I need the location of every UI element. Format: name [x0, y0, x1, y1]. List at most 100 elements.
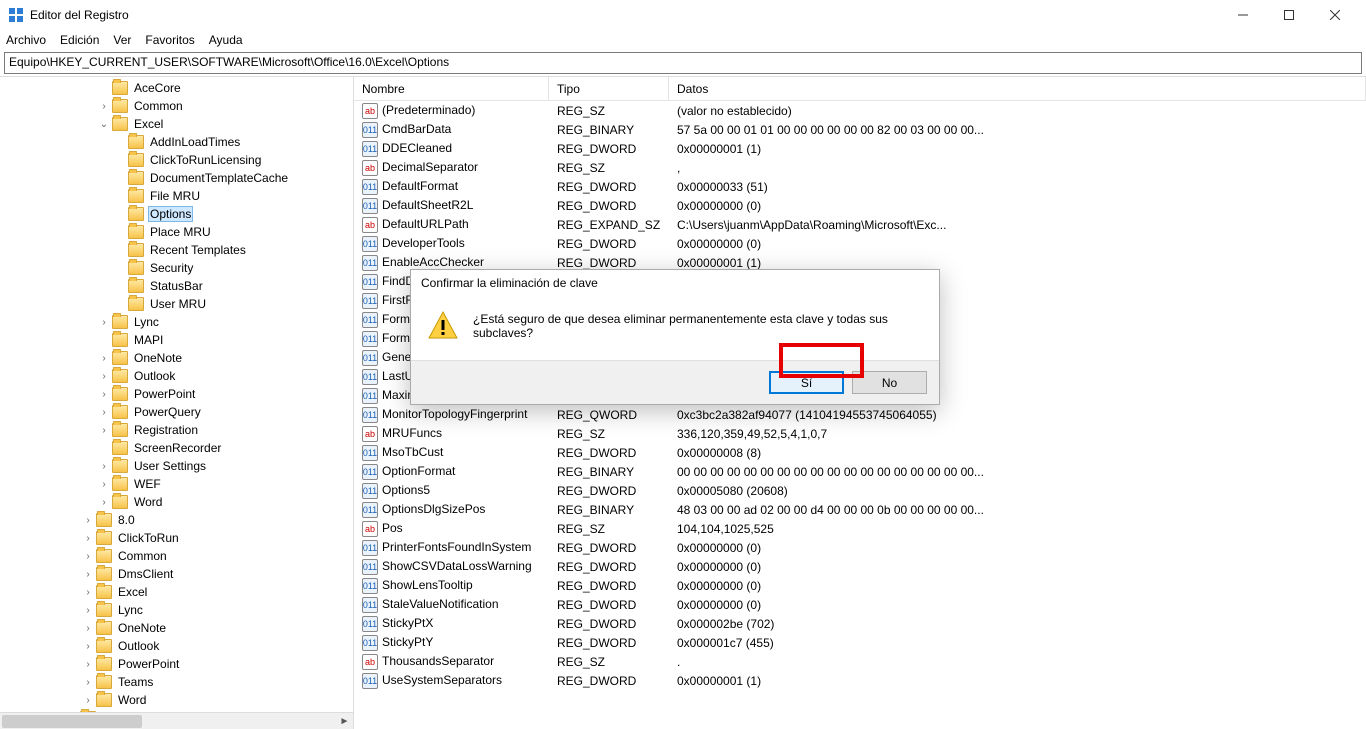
tree-node[interactable]: ›PowerQuery [0, 403, 353, 421]
list-row[interactable]: abDefaultURLPathREG_EXPAND_SZC:\Users\ju… [354, 215, 1366, 234]
chevron-right-icon[interactable]: › [80, 587, 96, 598]
col-data[interactable]: Datos [669, 77, 1366, 100]
tree-node[interactable]: User MRU [0, 295, 353, 313]
tree-node[interactable]: ›8.0 [0, 511, 353, 529]
tree-node[interactable]: ›Word [0, 691, 353, 709]
list-row[interactable]: 011DefaultFormatREG_DWORD0x00000033 (51) [354, 177, 1366, 196]
list-row[interactable]: 011StickyPtXREG_DWORD0x000002be (702) [354, 614, 1366, 633]
list-row[interactable]: 011DeveloperToolsREG_DWORD0x00000000 (0) [354, 234, 1366, 253]
chevron-right-icon[interactable]: › [80, 551, 96, 562]
chevron-right-icon[interactable]: › [96, 425, 112, 436]
folder-icon [112, 477, 128, 491]
menu-file[interactable]: Archivo [6, 33, 46, 47]
tree-node[interactable]: ›OneNote [0, 619, 353, 637]
tree-node[interactable]: ⌄Excel [0, 115, 353, 133]
tree-node[interactable]: ›DmsClient [0, 565, 353, 583]
list-row[interactable]: 011OptionFormatREG_BINARY00 00 00 00 00 … [354, 462, 1366, 481]
chevron-right-icon[interactable]: › [80, 515, 96, 526]
menu-view[interactable]: Ver [113, 33, 131, 47]
chevron-right-icon[interactable]: › [80, 605, 96, 616]
tree-node[interactable]: DocumentTemplateCache [0, 169, 353, 187]
tree-node[interactable]: Security [0, 259, 353, 277]
chevron-right-icon[interactable]: › [80, 533, 96, 544]
col-type[interactable]: Tipo [549, 77, 669, 100]
tree-node[interactable]: ›Registration [0, 421, 353, 439]
tree-node[interactable]: ›Common [0, 547, 353, 565]
chevron-right-icon[interactable]: › [96, 407, 112, 418]
list-row[interactable]: 011ShowLensTooltipREG_DWORD0x00000000 (0… [354, 576, 1366, 595]
chevron-right-icon[interactable]: › [80, 623, 96, 634]
list-row[interactable]: 011MonitorTopologyFingerprintREG_QWORD0x… [354, 405, 1366, 424]
tree-panel[interactable]: AceCore›Common⌄ExcelAddInLoadTimesClickT… [0, 77, 354, 729]
chevron-right-icon[interactable]: › [80, 695, 96, 706]
tree-node[interactable]: AceCore [0, 79, 353, 97]
chevron-right-icon[interactable]: › [80, 641, 96, 652]
chevron-right-icon[interactable]: › [96, 479, 112, 490]
tree-scrollbar[interactable]: ◄ ► [0, 712, 353, 729]
minimize-button[interactable] [1220, 0, 1266, 30]
chevron-right-icon[interactable]: › [96, 389, 112, 400]
chevron-right-icon[interactable]: › [96, 497, 112, 508]
col-name[interactable]: Nombre [354, 77, 549, 100]
tree-node[interactable]: ›PowerPoint [0, 385, 353, 403]
chevron-down-icon[interactable]: ⌄ [96, 119, 112, 130]
list-row[interactable]: 011ShowCSVDataLossWarningREG_DWORD0x0000… [354, 557, 1366, 576]
chevron-right-icon[interactable]: › [80, 569, 96, 580]
chevron-right-icon[interactable]: › [96, 353, 112, 364]
tree-node[interactable]: ›Teams [0, 673, 353, 691]
tree-node[interactable]: Options [0, 205, 353, 223]
scroll-right-icon[interactable]: ► [336, 713, 353, 729]
list-row[interactable]: abMRUFuncsREG_SZ336,120,359,49,52,5,4,1,… [354, 424, 1366, 443]
menu-edit[interactable]: Edición [60, 33, 99, 47]
chevron-right-icon[interactable]: › [80, 659, 96, 670]
tree-node[interactable]: Recent Templates [0, 241, 353, 259]
maximize-button[interactable] [1266, 0, 1312, 30]
menu-help[interactable]: Ayuda [209, 33, 243, 47]
list-row[interactable]: 011CmdBarDataREG_BINARY57 5a 00 00 01 01… [354, 120, 1366, 139]
tree-node[interactable]: AddInLoadTimes [0, 133, 353, 151]
tree-node[interactable]: ›Lync [0, 601, 353, 619]
tree-node[interactable]: ›WEF [0, 475, 353, 493]
list-row[interactable]: abThousandsSeparatorREG_SZ. [354, 652, 1366, 671]
list-row[interactable]: 011DDECleanedREG_DWORD0x00000001 (1) [354, 139, 1366, 158]
tree-node[interactable]: ›User Settings [0, 457, 353, 475]
tree-node[interactable]: ›PowerPoint [0, 655, 353, 673]
tree-node[interactable]: ›Lync [0, 313, 353, 331]
list-row[interactable]: 011OptionsDlgSizePosREG_BINARY48 03 00 0… [354, 500, 1366, 519]
tree-node[interactable]: File MRU [0, 187, 353, 205]
chevron-right-icon[interactable]: › [96, 461, 112, 472]
no-button[interactable]: No [852, 371, 927, 394]
menu-favorites[interactable]: Favoritos [145, 33, 194, 47]
tree-node[interactable]: ClickToRunLicensing [0, 151, 353, 169]
list-row[interactable]: 011MsoTbCustREG_DWORD0x00000008 (8) [354, 443, 1366, 462]
chevron-right-icon[interactable]: › [80, 677, 96, 688]
list-row[interactable]: abPosREG_SZ104,104,1025,525 [354, 519, 1366, 538]
tree-node[interactable]: ›ClickToRun [0, 529, 353, 547]
chevron-right-icon[interactable]: › [96, 101, 112, 112]
list-row[interactable]: 011PrinterFontsFoundInSystemREG_DWORD0x0… [354, 538, 1366, 557]
tree-node[interactable]: ›Outlook [0, 637, 353, 655]
tree-node[interactable]: ›Excel [0, 583, 353, 601]
tree-node[interactable]: ›Common [0, 97, 353, 115]
chevron-right-icon[interactable]: › [96, 317, 112, 328]
list-row[interactable]: abDecimalSeparatorREG_SZ, [354, 158, 1366, 177]
tree-node[interactable]: ›Word [0, 493, 353, 511]
chevron-right-icon[interactable]: › [96, 371, 112, 382]
tree-node[interactable]: ›OneNote [0, 349, 353, 367]
tree-node[interactable]: ›Outlook [0, 367, 353, 385]
scroll-thumb[interactable] [2, 715, 142, 728]
tree-node[interactable]: MAPI [0, 331, 353, 349]
string-value-icon: ab [362, 217, 378, 233]
list-row[interactable]: 011Options5REG_DWORD0x00005080 (20608) [354, 481, 1366, 500]
tree-node[interactable]: Place MRU [0, 223, 353, 241]
close-button[interactable] [1312, 0, 1358, 30]
list-row[interactable]: 011DefaultSheetR2LREG_DWORD0x00000000 (0… [354, 196, 1366, 215]
yes-button[interactable]: Sí [769, 371, 844, 394]
list-row[interactable]: ab(Predeterminado)REG_SZ(valor no establ… [354, 101, 1366, 120]
list-row[interactable]: 011UseSystemSeparatorsREG_DWORD0x0000000… [354, 671, 1366, 690]
list-row[interactable]: 011StickyPtYREG_DWORD0x000001c7 (455) [354, 633, 1366, 652]
address-bar[interactable]: Equipo\HKEY_CURRENT_USER\SOFTWARE\Micros… [4, 52, 1362, 74]
list-row[interactable]: 011StaleValueNotificationREG_DWORD0x0000… [354, 595, 1366, 614]
tree-node[interactable]: ScreenRecorder [0, 439, 353, 457]
tree-node[interactable]: StatusBar [0, 277, 353, 295]
